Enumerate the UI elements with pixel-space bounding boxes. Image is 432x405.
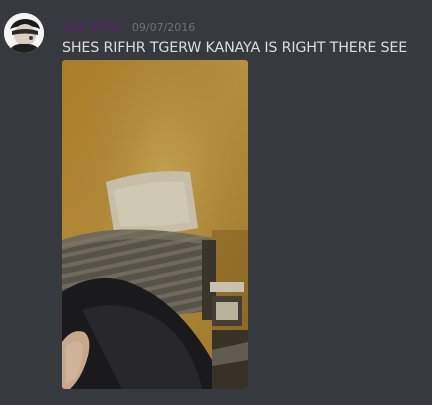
username[interactable]: sea hitler bbox=[62, 20, 123, 35]
message-header: sea hitler 09/07/2016 bbox=[62, 16, 196, 35]
chat-message: sea hitler 09/07/2016 SHES RIFHR TGERW K… bbox=[0, 0, 432, 405]
avatar-icon bbox=[4, 13, 44, 53]
user-avatar[interactable] bbox=[4, 13, 44, 53]
message-text: SHES RIFHR TGERW KANAYA IS RIGHT THERE S… bbox=[62, 40, 408, 56]
image-attachment[interactable] bbox=[62, 60, 248, 389]
message-timestamp: 09/07/2016 bbox=[131, 21, 196, 34]
photo-attachment-icon bbox=[62, 60, 248, 389]
